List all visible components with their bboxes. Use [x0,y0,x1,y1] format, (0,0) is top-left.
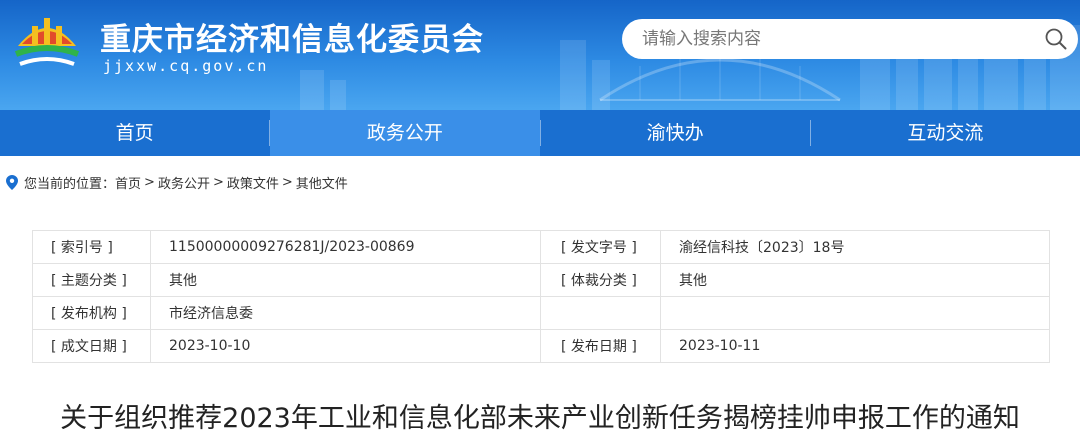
breadcrumb-other-documents[interactable]: 其他文件 [296,173,348,192]
article-title: 关于组织推荐2023年工业和信息化部未来产业创新任务揭榜挂帅申报工作的通知 [60,403,1020,434]
breadcrumb-prefix: 您当前的位置： [24,176,116,192]
meta-value: 11500000009276281J/2023-00869 [150,230,541,264]
breadcrumb-separator: > [281,174,293,190]
meta-label: [ 主题分类 ] [32,263,151,297]
meta-value: 2023-10-11 [660,329,1050,363]
meta-value: 其他 [660,263,1050,297]
city-emblem-icon [14,18,80,66]
meta-value: 市经济信息委 [150,296,541,330]
search-icon[interactable] [1044,27,1068,51]
nav-item-interaction[interactable]: 互动交流 [811,110,1080,156]
site-title: 重庆市经济和信息化委员会 [100,22,484,58]
table-row: [ 索引号 ] 11500000009276281J/2023-00869 [ … [32,230,1050,264]
table-row: [ 发布机构 ] 市经济信息委 [32,296,1050,330]
main-nav: 首页 政务公开 渝快办 互动交流 [0,110,1080,156]
breadcrumb: 您当前的位置： 首页 > 政务公开 > 政策文件 > 其他文件 [6,173,348,192]
meta-value [660,296,1050,330]
meta-label [540,296,661,330]
nav-item-home[interactable]: 首页 [0,110,269,156]
meta-label: [ 成文日期 ] [32,329,151,363]
meta-value: 其他 [150,263,541,297]
breadcrumb-policy-documents[interactable]: 政策文件 [227,173,279,192]
meta-label: [ 发文字号 ] [540,230,661,264]
meta-label: [ 索引号 ] [32,230,151,264]
meta-value: 2023-10-10 [150,329,541,363]
table-row: [ 主题分类 ] 其他 [ 体裁分类 ] 其他 [32,263,1050,297]
breadcrumb-home[interactable]: 首页 [115,173,141,192]
header-banner: 重庆市经济和信息化委员会 jjxxw.cq.gov.cn [0,0,1080,110]
site-domain: jjxxw.cq.gov.cn [103,57,269,75]
meta-label: [ 发布日期 ] [540,329,661,363]
table-row: [ 成文日期 ] 2023-10-10 [ 发布日期 ] 2023-10-11 [32,329,1050,363]
meta-label: [ 发布机构 ] [32,296,151,330]
breadcrumb-government-affairs[interactable]: 政务公开 [158,173,210,192]
nav-item-yukuaiban[interactable]: 渝快办 [541,110,810,156]
nav-item-government-affairs[interactable]: 政务公开 [270,110,540,156]
location-pin-icon [6,174,18,190]
breadcrumb-separator: > [212,174,224,190]
meta-label: [ 体裁分类 ] [540,263,661,297]
meta-value: 渝经信科技〔2023〕18号 [660,230,1050,264]
search-input[interactable] [642,27,1022,51]
search-box [622,19,1078,59]
breadcrumb-separator: > [144,174,155,190]
document-meta-table: [ 索引号 ] 11500000009276281J/2023-00869 [ … [32,230,1050,363]
